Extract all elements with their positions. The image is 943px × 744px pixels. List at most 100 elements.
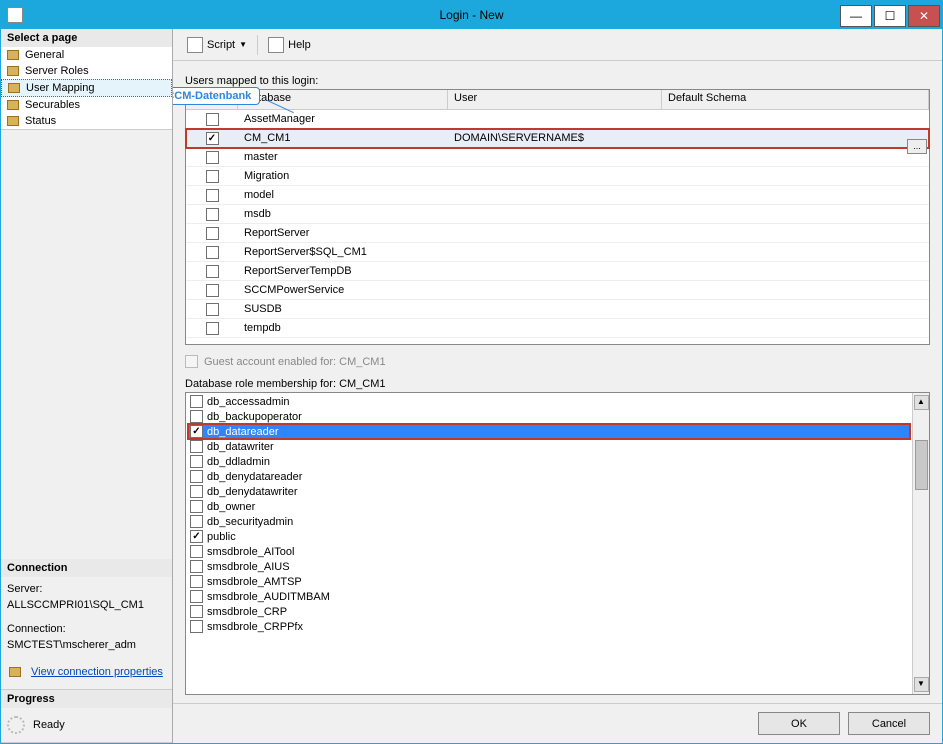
- role-row[interactable]: db_accessadmin: [188, 394, 910, 409]
- role-row[interactable]: smsdbrole_CRPPfx: [188, 619, 910, 634]
- scroll-thumb[interactable]: [915, 440, 928, 490]
- role-row[interactable]: smsdbrole_CRP: [188, 604, 910, 619]
- role-checkbox[interactable]: [190, 545, 203, 558]
- ok-button[interactable]: OK: [758, 712, 840, 735]
- role-checkbox[interactable]: [190, 530, 203, 543]
- scroll-down-button[interactable]: ▼: [914, 677, 929, 692]
- maximize-button[interactable]: ☐: [874, 5, 906, 27]
- map-checkbox[interactable]: [206, 227, 219, 240]
- role-name: db_denydatareader: [207, 471, 302, 483]
- role-checkbox[interactable]: [190, 470, 203, 483]
- help-icon: [268, 37, 284, 53]
- db-row[interactable]: SCCMPowerService: [186, 281, 929, 300]
- role-row[interactable]: db_denydatareader: [188, 469, 910, 484]
- db-row[interactable]: msdb: [186, 205, 929, 224]
- db-row[interactable]: CM_CM1DOMAIN\SERVERNAME$...: [186, 129, 929, 148]
- role-row[interactable]: smsdbrole_AUDITMBAM: [188, 589, 910, 604]
- role-name: smsdbrole_AMTSP: [207, 576, 302, 588]
- db-row[interactable]: model: [186, 186, 929, 205]
- role-checkbox[interactable]: [190, 440, 203, 453]
- role-row[interactable]: smsdbrole_AMTSP: [188, 574, 910, 589]
- role-name: smsdbrole_CRP: [207, 606, 287, 618]
- role-checkbox[interactable]: [190, 455, 203, 468]
- role-row[interactable]: db_denydatawriter: [188, 484, 910, 499]
- nav-item-status[interactable]: Status: [1, 113, 172, 129]
- schema-browse-button[interactable]: ...: [907, 139, 927, 154]
- role-name: db_owner: [207, 501, 255, 513]
- map-checkbox[interactable]: [206, 322, 219, 335]
- col-user[interactable]: User: [448, 90, 662, 109]
- role-checkbox[interactable]: [190, 575, 203, 588]
- col-schema[interactable]: Default Schema: [662, 90, 929, 109]
- role-row[interactable]: db_backupoperator: [188, 409, 910, 424]
- roles-listbox[interactable]: db_accessadmin db_backupoperatordb_datare…: [185, 392, 930, 695]
- role-checkbox[interactable]: [190, 410, 203, 423]
- scroll-up-button[interactable]: ▲: [914, 395, 929, 410]
- role-row[interactable]: db_owner: [188, 499, 910, 514]
- guest-account-label: Guest account enabled for: CM_CM1: [204, 356, 386, 368]
- db-name: SUSDB: [238, 303, 448, 315]
- role-row[interactable]: smsdbrole_AIUS: [188, 559, 910, 574]
- map-checkbox[interactable]: [206, 132, 219, 145]
- nav-item-server-roles[interactable]: Server Roles: [1, 63, 172, 79]
- script-button[interactable]: Script ▼: [183, 35, 251, 55]
- role-checkbox[interactable]: [190, 395, 203, 408]
- role-row[interactable]: db_ddladmin: [188, 454, 910, 469]
- db-row[interactable]: SUSDB: [186, 300, 929, 319]
- db-row[interactable]: ReportServer$SQL_CM1: [186, 243, 929, 262]
- window-title: Login - New: [439, 8, 503, 22]
- nav-item-user-mapping[interactable]: User Mapping: [1, 79, 172, 97]
- nav-item-general[interactable]: General: [1, 47, 172, 63]
- db-row[interactable]: AssetManager: [186, 110, 929, 129]
- role-checkbox[interactable]: [190, 500, 203, 513]
- nav-item-securables[interactable]: Securables: [1, 97, 172, 113]
- help-button[interactable]: Help: [264, 35, 315, 55]
- role-checkbox[interactable]: [190, 425, 203, 438]
- map-checkbox[interactable]: [206, 208, 219, 221]
- role-row[interactable]: smsdbrole_AITool: [188, 544, 910, 559]
- map-checkbox[interactable]: [206, 284, 219, 297]
- view-connection-properties-link[interactable]: View connection properties: [31, 666, 163, 678]
- role-checkbox[interactable]: [190, 590, 203, 603]
- db-row[interactable]: ReportServer: [186, 224, 929, 243]
- role-checkbox[interactable]: [190, 485, 203, 498]
- role-name: smsdbrole_AUDITMBAM: [207, 591, 330, 603]
- db-row[interactable]: ReportServerTempDB: [186, 262, 929, 281]
- role-name: smsdbrole_AITool: [207, 546, 294, 558]
- db-name: Migration: [238, 170, 448, 182]
- cancel-button[interactable]: Cancel: [848, 712, 930, 735]
- database-grid[interactable]: Map Database User Default Schema AssetMa…: [185, 89, 930, 345]
- role-name: db_securityadmin: [207, 516, 293, 528]
- map-checkbox[interactable]: [206, 170, 219, 183]
- role-row[interactable]: db_datawriter: [188, 439, 910, 454]
- roles-scrollbar[interactable]: ▲ ▼: [912, 393, 929, 694]
- role-row[interactable]: db_datareader: [188, 424, 910, 439]
- role-checkbox[interactable]: [190, 515, 203, 528]
- db-row[interactable]: Migration: [186, 167, 929, 186]
- db-row[interactable]: tempdb: [186, 319, 929, 338]
- role-checkbox[interactable]: [190, 605, 203, 618]
- server-label: Server:: [7, 583, 166, 595]
- map-checkbox[interactable]: [206, 303, 219, 316]
- role-checkbox[interactable]: [190, 560, 203, 573]
- connection-value: SMCTEST\mscherer_adm: [7, 639, 166, 651]
- db-name: ReportServer$SQL_CM1: [238, 246, 448, 258]
- db-row[interactable]: master: [186, 148, 929, 167]
- db-name: CM_CM1: [238, 132, 448, 144]
- role-row[interactable]: db_securityadmin: [188, 514, 910, 529]
- map-checkbox[interactable]: [206, 189, 219, 202]
- db-name: master: [238, 151, 448, 163]
- minimize-button[interactable]: —: [840, 5, 872, 27]
- role-name: db_backupoperator: [207, 411, 302, 423]
- map-checkbox[interactable]: [206, 246, 219, 259]
- titlebar: Login - New — ☐ ✕: [1, 1, 942, 29]
- db-name: model: [238, 189, 448, 201]
- role-checkbox[interactable]: [190, 620, 203, 633]
- map-checkbox[interactable]: [206, 113, 219, 126]
- users-mapped-label: Users mapped to this login:: [185, 75, 930, 87]
- chevron-down-icon[interactable]: ▼: [239, 40, 247, 49]
- role-row[interactable]: public: [188, 529, 910, 544]
- close-button[interactable]: ✕: [908, 5, 940, 27]
- map-checkbox[interactable]: [206, 151, 219, 164]
- map-checkbox[interactable]: [206, 265, 219, 278]
